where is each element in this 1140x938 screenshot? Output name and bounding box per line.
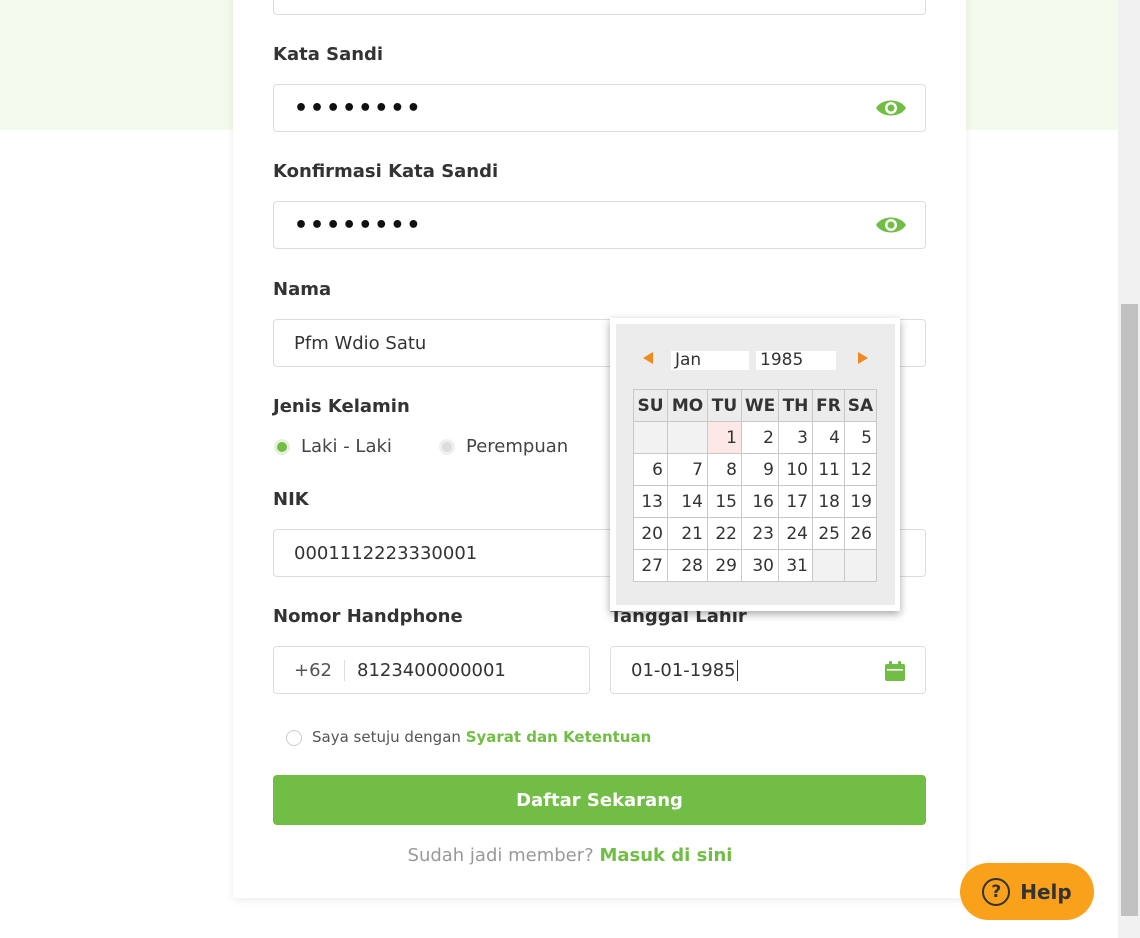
gender-label: Jenis Kelamin <box>273 396 410 417</box>
calendar-day[interactable]: 11 <box>812 453 845 486</box>
calendar-day[interactable]: 30 <box>741 549 779 582</box>
calendar-icon[interactable] <box>885 661 905 681</box>
calendar-day[interactable]: 20 <box>633 517 668 550</box>
weekday-header: SU <box>633 389 668 422</box>
terms-label: Saya setuju dengan <box>312 728 461 746</box>
calendar-week-row: 6 7 8 9 10 11 12 <box>633 453 877 486</box>
confirm-password-label: Konfirmasi Kata Sandi <box>273 161 499 182</box>
confirm-password-field[interactable]: •••••••• <box>273 201 926 249</box>
help-label: Help <box>1020 879 1072 904</box>
password-value: •••••••• <box>294 95 423 121</box>
confirm-password-value: •••••••• <box>294 212 423 238</box>
calendar-day[interactable]: 15 <box>707 485 742 518</box>
calendar-week-row: 12345 <box>633 421 877 454</box>
phone-value: 8123400000001 <box>357 659 506 681</box>
calendar-empty-cell <box>844 549 877 582</box>
weekday-header: TU <box>707 389 742 422</box>
calendar-day[interactable]: 7 <box>667 453 708 486</box>
calendar-empty-cell <box>812 549 845 582</box>
gender-female-radio[interactable] <box>439 439 455 455</box>
calendar-day[interactable]: 26 <box>844 517 877 550</box>
calendar-week-row: 13 14 15 16 17 18 19 <box>633 485 877 518</box>
calendar-day[interactable]: 5 <box>844 421 877 454</box>
calendar-day[interactable]: 9 <box>741 453 779 486</box>
password-label: Kata Sandi <box>273 44 384 65</box>
phone-field[interactable]: +62 8123400000001 <box>273 646 590 694</box>
login-text: Sudah jadi member? <box>407 845 594 866</box>
gender-male-label[interactable]: Laki - Laki <box>301 436 392 457</box>
scrollbar-thumb[interactable] <box>1121 304 1138 916</box>
calendar-day[interactable]: 2 <box>741 421 779 454</box>
calendar-day[interactable]: 28 <box>667 549 708 582</box>
next-month-arrow-icon[interactable] <box>858 352 868 364</box>
calendar-day[interactable]: 13 <box>633 485 668 518</box>
datepicker-popup: Jan 1985 SU MO TU WE TH FR SA 1234567891… <box>610 318 900 611</box>
terms-checkbox[interactable] <box>286 730 302 746</box>
calendar-day[interactable]: 21 <box>667 517 708 550</box>
calendar-day[interactable]: 31 <box>778 549 813 582</box>
name-label: Nama <box>273 279 332 300</box>
calendar-day[interactable]: 24 <box>778 517 813 550</box>
calendar-day[interactable]: 12 <box>844 453 877 486</box>
login-prompt: Sudah jadi member? Masuk di sini <box>0 845 1140 866</box>
weekday-header: WE <box>741 389 779 422</box>
nik-label: NIK <box>273 489 309 510</box>
calendar-day[interactable]: 25 <box>812 517 845 550</box>
calendar-empty-cell <box>633 421 668 454</box>
terms-link[interactable]: Syarat dan Ketentuan <box>466 728 652 746</box>
calendar-day[interactable]: 3 <box>778 421 813 454</box>
dob-value: 01-01-1985 <box>631 659 738 681</box>
calendar-empty-cell <box>667 421 708 454</box>
calendar-day[interactable]: 18 <box>812 485 845 518</box>
phone-label: Nomor Handphone <box>273 606 463 627</box>
calendar-day[interactable]: 4 <box>812 421 845 454</box>
dob-field[interactable]: 01-01-1985 <box>610 646 926 694</box>
calendar-day[interactable]: 29 <box>707 549 742 582</box>
datepicker-panel: Jan 1985 SU MO TU WE TH FR SA 1234567891… <box>616 324 895 605</box>
calendar-day[interactable]: 10 <box>778 453 813 486</box>
calendar-day[interactable]: 19 <box>844 485 877 518</box>
calendar-day[interactable]: 8 <box>707 453 742 486</box>
terms-text: Saya setuju dengan Syarat dan Ketentuan <box>312 728 651 746</box>
eye-icon[interactable] <box>875 97 907 119</box>
year-select[interactable]: 1985 <box>756 351 836 370</box>
email-field[interactable] <box>273 0 926 15</box>
weekday-header: MO <box>667 389 708 422</box>
eye-icon[interactable] <box>875 214 907 236</box>
phone-prefix: +62 <box>294 659 345 681</box>
gender-male-radio[interactable] <box>274 439 290 455</box>
weekday-header: SA <box>844 389 877 422</box>
help-icon: ? <box>982 877 1011 906</box>
calendar-day[interactable]: 14 <box>667 485 708 518</box>
calendar-day[interactable]: 22 <box>707 517 742 550</box>
calendar-grid: SU MO TU WE TH FR SA 1 2 3 4 5 6 7 8 9 10 11 12 13 14… <box>633 389 877 582</box>
weekday-header: TH <box>778 389 813 422</box>
calendar-day[interactable]: 23 <box>741 517 779 550</box>
prev-month-arrow-icon[interactable] <box>643 352 653 364</box>
calendar-day[interactable]: 17 <box>778 485 813 518</box>
calendar-week-row: 27 28 29 30 31 <box>633 549 877 582</box>
login-link[interactable]: Masuk di sini <box>599 845 732 866</box>
help-button[interactable]: ? Help <box>960 863 1094 920</box>
register-button[interactable]: Daftar Sekarang <box>273 775 926 825</box>
calendar-week-row: 20 21 22 23 24 25 26 <box>633 517 877 550</box>
calendar-day[interactable]: 16 <box>741 485 779 518</box>
weekday-header: FR <box>812 389 845 422</box>
calendar-day[interactable]: 1 <box>707 421 742 454</box>
gender-female-label[interactable]: Perempuan <box>466 436 568 457</box>
month-select[interactable]: Jan <box>671 351 749 370</box>
name-value: Pfm Wdio Satu <box>294 332 427 354</box>
calendar-day[interactable]: 6 <box>633 453 668 486</box>
password-field[interactable]: •••••••• <box>273 84 926 132</box>
calendar-day[interactable]: 27 <box>633 549 668 582</box>
nik-value: 0001112223330001 <box>294 542 478 564</box>
